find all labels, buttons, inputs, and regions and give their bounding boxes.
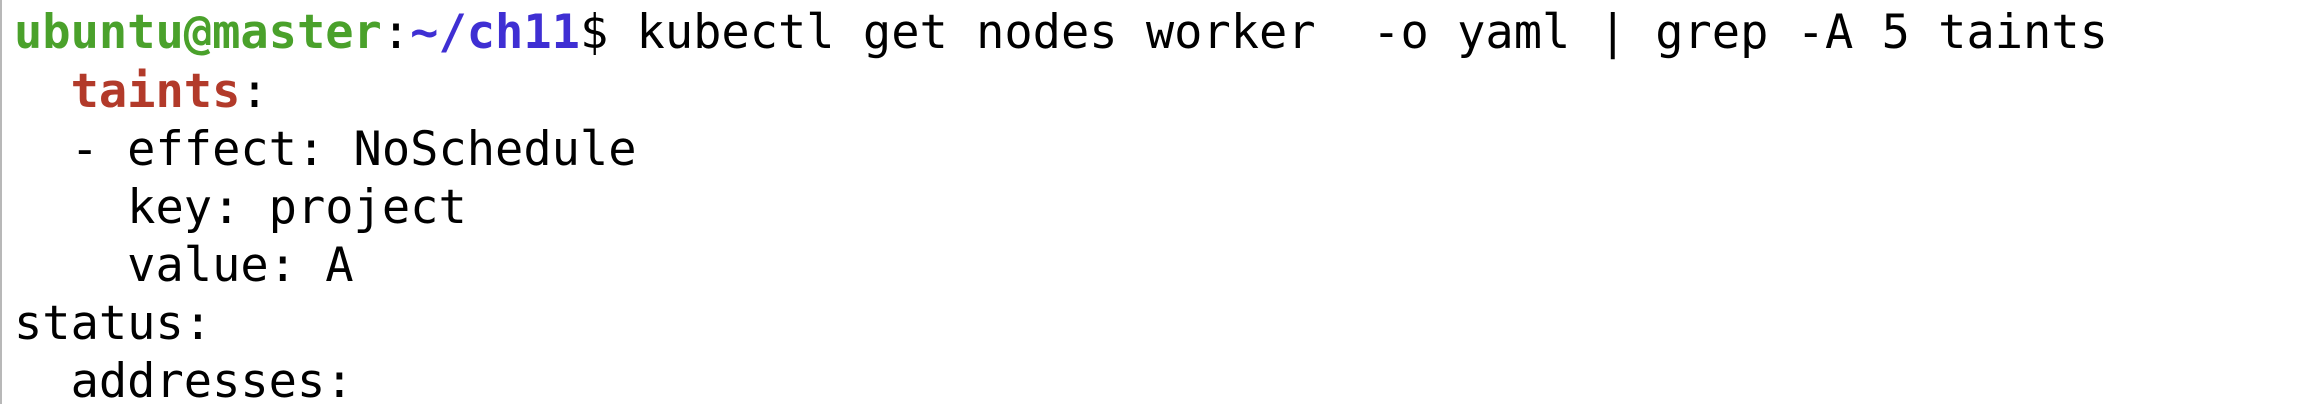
- prompt-symbol: $: [579, 5, 637, 60]
- output-colon: :: [240, 64, 269, 119]
- prompt-path: ~/ch11: [410, 5, 580, 60]
- output-indent: [14, 64, 71, 119]
- output-line-value: value: A: [14, 238, 354, 293]
- output-line-addresses: addresses:: [14, 354, 354, 409]
- output-line-key: key: project: [14, 180, 467, 235]
- prompt-colon: :: [381, 5, 411, 60]
- prompt-user-host: ubuntu@master: [14, 5, 382, 60]
- terminal-window[interactable]: ubuntu@master:~/ch11$ kubectl get nodes …: [0, 0, 2304, 409]
- typed-command: kubectl get nodes worker -o yaml | grep …: [636, 5, 2108, 60]
- output-line-taints: taints:: [14, 63, 269, 121]
- output-line-status: status:: [14, 296, 213, 351]
- command-prompt-line: ubuntu@master:~/ch11$ kubectl get nodes …: [14, 4, 2108, 62]
- output-line-effect: - effect: NoSchedule: [14, 122, 637, 177]
- grep-match-taints: taints: [70, 64, 241, 119]
